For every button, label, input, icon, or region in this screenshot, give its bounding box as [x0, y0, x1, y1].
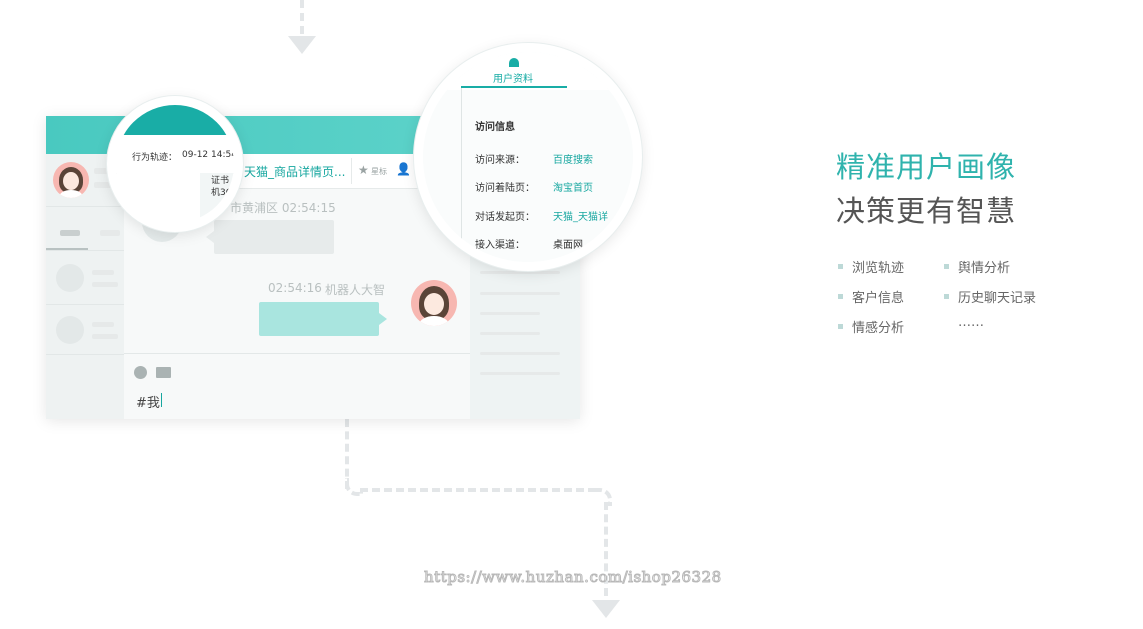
reply-sender: 机器人大智	[325, 283, 386, 297]
location-timestamp: 市黄浦区 02:54:15	[230, 201, 336, 215]
profile-row-value[interactable]: 淘宝首页	[553, 179, 593, 194]
track-time: 09-12 14:54	[182, 150, 237, 160]
feature-item: 情感分析	[852, 321, 905, 336]
flow-line-top	[300, 0, 304, 34]
customer-avatar	[411, 280, 457, 326]
sidebar-tab[interactable]	[100, 230, 120, 236]
bullet-icon	[944, 294, 949, 299]
bullet-icon	[838, 264, 843, 269]
chat-input[interactable]	[132, 388, 462, 414]
user-icon[interactable]: 👤	[396, 162, 411, 176]
profile-row-label: 访问着陆页：	[475, 183, 535, 194]
headline-secondary: 决策更有智慧	[836, 194, 1017, 228]
outgoing-bubble	[259, 302, 379, 336]
profile-row-label: 接入渠道：	[475, 240, 525, 251]
bullet-icon	[944, 264, 949, 269]
contact-avatar[interactable]	[56, 316, 84, 344]
contact-avatar[interactable]	[56, 264, 84, 292]
profile-row-label: 对话发起页：	[475, 212, 535, 223]
feature-item: 客户信息	[852, 291, 905, 306]
sidebar-tab-active[interactable]	[60, 230, 80, 236]
flow-line-horizontal	[360, 488, 596, 492]
feature-item-more: ……	[958, 315, 984, 330]
star-icon[interactable]: ★	[358, 163, 369, 177]
bullet-icon	[838, 324, 843, 329]
text-cursor	[161, 393, 162, 407]
chat-input-value: #我	[136, 396, 160, 411]
bullet-icon	[838, 294, 843, 299]
track-label: 行为轨迹：	[132, 153, 178, 163]
image-icon[interactable]	[156, 367, 171, 378]
flow-corner-right	[594, 488, 612, 506]
visitor-avatar[interactable]	[53, 162, 89, 198]
emoji-icon[interactable]	[134, 366, 147, 379]
flow-corner-left	[345, 478, 363, 496]
feature-item: 历史聊天记录	[958, 291, 1037, 306]
feature-item: 舆情分析	[958, 261, 1011, 276]
watermark-text: https://www.huzhan.com/ishop26328	[424, 568, 722, 587]
mark-label[interactable]: 星标	[371, 166, 387, 177]
incoming-bubble	[214, 220, 334, 254]
profile-tab-underline	[461, 86, 567, 88]
profile-tab-icon	[509, 58, 519, 67]
profile-row-value[interactable]: 百度搜索	[553, 151, 593, 166]
reply-time: 02:54:16	[268, 281, 322, 295]
magnifier-behavior-track: 行为轨迹： 09-12 14:54 证书 机3C	[107, 96, 243, 232]
profile-tab-label[interactable]: 用户资料	[493, 70, 533, 85]
profile-row-value: 桌面网	[553, 240, 583, 251]
feature-item: 浏览轨迹	[852, 261, 905, 276]
track-snippet-2: 机3C	[211, 188, 233, 198]
profile-row-label: 访问来源：	[475, 155, 525, 166]
headline-primary: 精准用户画像	[836, 150, 1017, 184]
magnifier-user-profile: 用户资料 访问信息 访问来源： 百度搜索 访问着陆页： 淘宝首页 对话发起页： …	[414, 43, 642, 271]
profile-row-value[interactable]: 天猫_天猫详	[553, 208, 608, 223]
flow-arrow-bottom	[592, 600, 620, 618]
chat-page-title[interactable]: 天猫_商品详情页...	[244, 163, 345, 180]
profile-section-title: 访问信息	[475, 122, 515, 133]
flow-arrow-top	[288, 36, 316, 54]
